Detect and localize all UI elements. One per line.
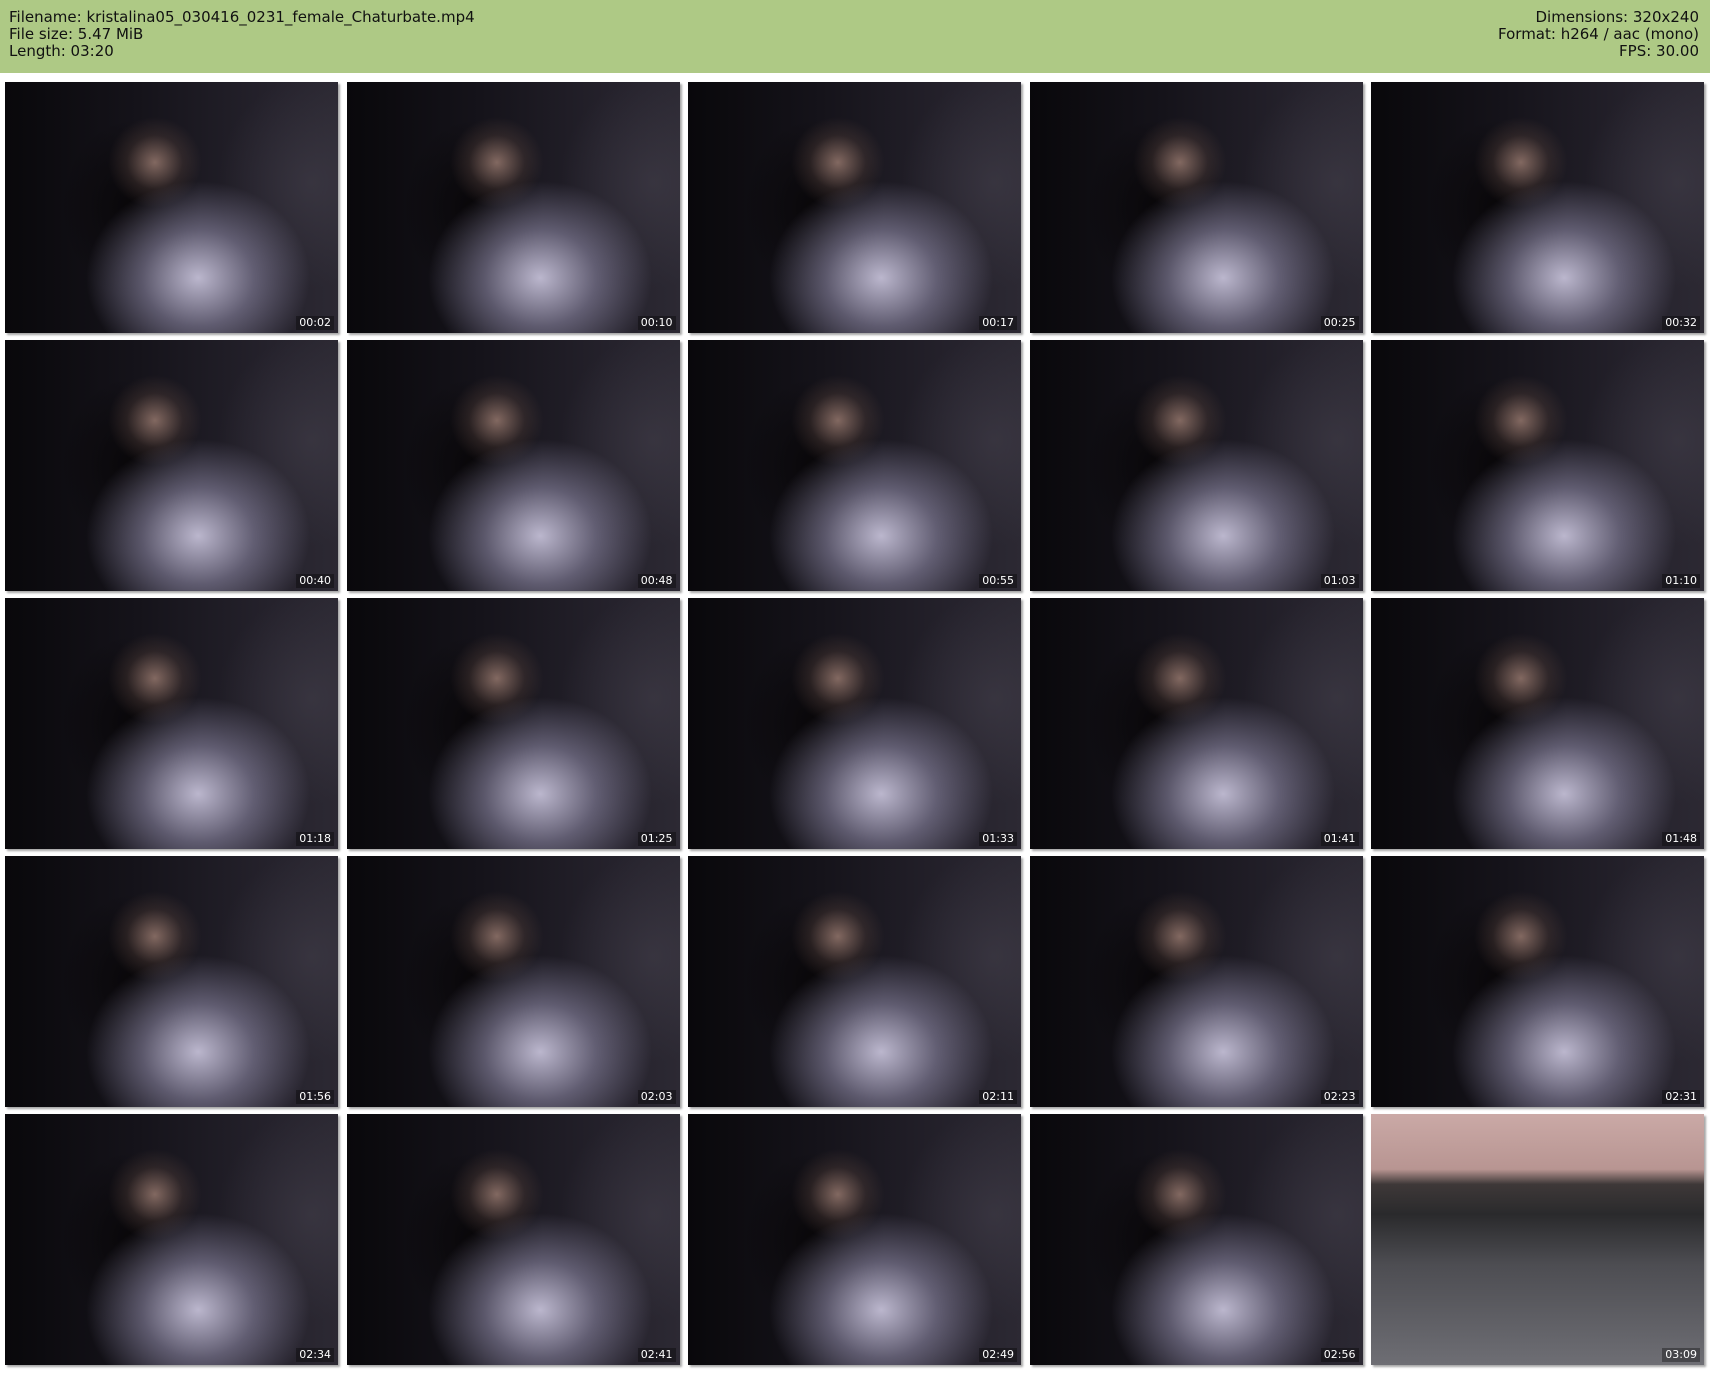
thumbnail-timestamp: 00:48	[637, 574, 676, 588]
thumbnail-timestamp: 01:41	[1320, 832, 1359, 846]
video-thumbnail: 01:10	[1371, 340, 1704, 591]
file-info: Filename: kristalina05_030416_0231_femal…	[9, 9, 475, 60]
thumbnail-timestamp: 02:49	[979, 1348, 1017, 1362]
thumbnail-timestamp: 01:18	[296, 832, 334, 846]
thumbnail-timestamp: 02:56	[1320, 1348, 1359, 1362]
thumbnail-timestamp: 00:40	[296, 574, 334, 588]
video-thumbnail: 01:56	[5, 856, 338, 1107]
thumbnail-timestamp: 01:25	[637, 832, 676, 846]
thumbnail-timestamp: 02:11	[979, 1090, 1017, 1104]
thumbnail-timestamp: 02:31	[1662, 1090, 1700, 1104]
video-thumbnail: 02:41	[346, 1114, 680, 1365]
video-thumbnail: 02:31	[1371, 856, 1704, 1107]
filename-text: Filename: kristalina05_030416_0231_femal…	[9, 8, 475, 26]
video-thumbnail: 00:48	[346, 340, 680, 591]
thumbnail-timestamp: 01:48	[1662, 832, 1700, 846]
thumbnail-timestamp: 02:23	[1320, 1090, 1359, 1104]
video-thumbnail: 00:17	[688, 82, 1021, 333]
thumbnail-timestamp: 02:34	[296, 1348, 334, 1362]
video-thumbnail: 01:03	[1029, 340, 1363, 591]
thumbnail-timestamp: 00:10	[637, 316, 676, 330]
video-thumbnail: 00:02	[5, 82, 338, 333]
video-thumbnail: 01:33	[688, 598, 1021, 849]
video-thumbnail: 02:23	[1029, 856, 1363, 1107]
thumbnail-timestamp: 03:09	[1662, 1348, 1700, 1362]
thumbnail-timestamp: 00:02	[296, 316, 334, 330]
video-thumbnail: 01:25	[346, 598, 680, 849]
thumbnail-timestamp: 02:41	[637, 1348, 676, 1362]
video-thumbnail: 00:25	[1029, 82, 1363, 333]
video-thumbnail: 03:09	[1371, 1114, 1704, 1365]
video-thumbnail: 01:41	[1029, 598, 1363, 849]
video-thumbnail: 00:32	[1371, 82, 1704, 333]
stream-info: Dimensions: 320x240 Format: h264 / aac (…	[1498, 9, 1699, 60]
thumbnail-grid: 00:02 00:10 00:17 00:25 00:32 00:40 00:4…	[5, 82, 1704, 1365]
video-thumbnail: 00:10	[346, 82, 680, 333]
format-text: Format: h264 / aac (mono)	[1498, 25, 1699, 43]
info-header: Filename: kristalina05_030416_0231_femal…	[0, 0, 1710, 73]
video-thumbnail: 02:56	[1029, 1114, 1363, 1365]
length-text: Length: 03:20	[9, 42, 114, 60]
thumbnail-timestamp: 00:32	[1662, 316, 1700, 330]
video-thumbnail: 00:40	[5, 340, 338, 591]
video-thumbnail: 02:11	[688, 856, 1021, 1107]
thumbnail-timestamp: 00:17	[979, 316, 1017, 330]
file-size-text: File size: 5.47 MiB	[9, 25, 144, 43]
video-thumbnail: 01:48	[1371, 598, 1704, 849]
video-thumbnail: 00:55	[688, 340, 1021, 591]
video-thumbnail: 02:49	[688, 1114, 1021, 1365]
video-thumbnail: 02:03	[346, 856, 680, 1107]
thumbnail-timestamp: 00:55	[979, 574, 1017, 588]
thumbnail-timestamp: 02:03	[637, 1090, 676, 1104]
thumbnail-timestamp: 01:33	[979, 832, 1017, 846]
video-thumbnail: 02:34	[5, 1114, 338, 1365]
thumbnail-timestamp: 01:56	[296, 1090, 334, 1104]
thumbnail-timestamp: 01:10	[1662, 574, 1700, 588]
fps-text: FPS: 30.00	[1619, 42, 1699, 60]
video-thumbnail: 01:18	[5, 598, 338, 849]
thumbnail-timestamp: 00:25	[1320, 316, 1359, 330]
thumbnail-timestamp: 01:03	[1320, 574, 1359, 588]
dimensions-text: Dimensions: 320x240	[1535, 8, 1699, 26]
